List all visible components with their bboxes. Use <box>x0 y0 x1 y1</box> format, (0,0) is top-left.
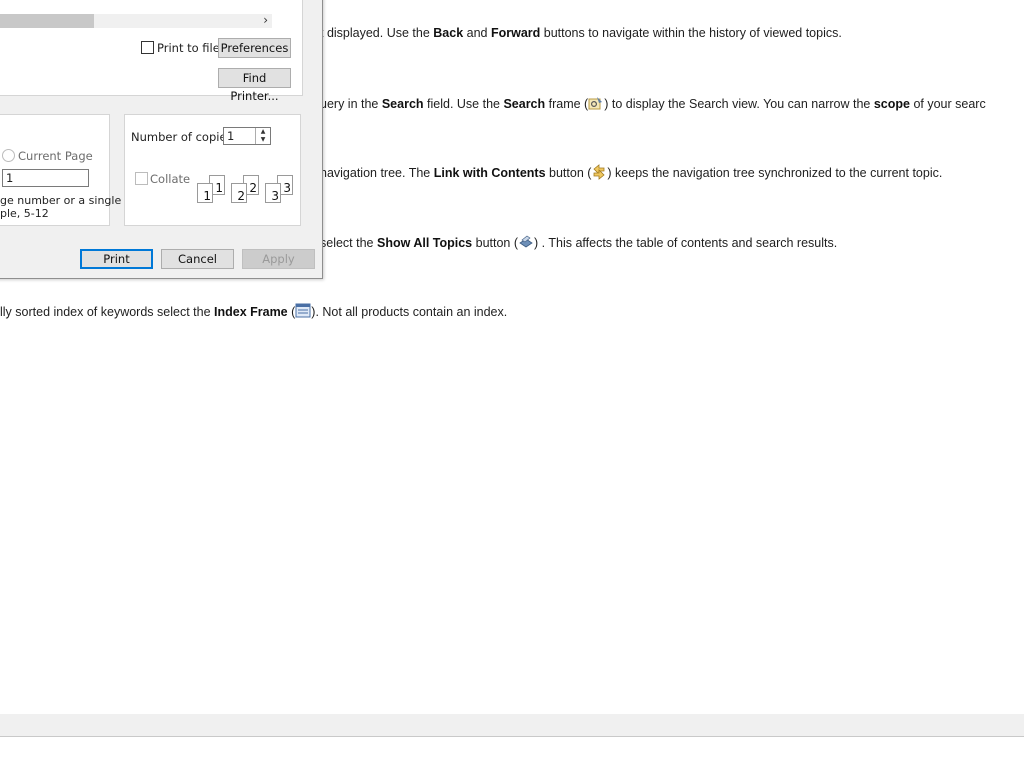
find-printer-button[interactable]: Find Printer... <box>218 68 291 103</box>
link-with-contents-icon <box>591 164 607 180</box>
collate-checkbox[interactable] <box>135 172 148 185</box>
print-button[interactable]: Print <box>80 249 153 269</box>
collate-page-icon: 3 <box>265 183 281 203</box>
spin-up-icon[interactable]: ▲ <box>256 128 270 136</box>
page-range-hint-line2: ple, 5-12 <box>0 207 49 220</box>
collate-page-icon: 2 <box>231 183 247 203</box>
pages-input[interactable]: 1 <box>2 169 89 187</box>
copies-input[interactable]: 1 ▲ ▼ <box>223 127 271 145</box>
print-dialog: › • Print to file Preferences Find Print… <box>0 0 323 279</box>
copies-panel: Number of copies: 1 ▲ ▼ Collate 1 1 2 2 … <box>124 114 301 226</box>
current-page-radio[interactable] <box>2 149 15 162</box>
print-to-file-label: Print to file <box>157 41 220 55</box>
scrollbar-thumb[interactable] <box>0 14 94 28</box>
current-page-label: Current Page <box>18 149 93 163</box>
help-paragraph-history: t displayed. Use the Back and Forward bu… <box>320 26 842 40</box>
printer-panel: › • Print to file Preferences Find Print… <box>0 0 303 103</box>
forward-term: Forward <box>490 26 541 40</box>
collate-label: Collate <box>150 172 191 186</box>
print-to-file-checkbox[interactable] <box>141 41 154 54</box>
page-range-hint-line1: ge number or a single <box>0 194 122 207</box>
spin-down-icon[interactable]: ▼ <box>256 136 270 144</box>
cancel-button[interactable]: Cancel <box>161 249 234 269</box>
collate-page-icon: 1 <box>197 183 213 203</box>
scroll-right-icon[interactable]: › <box>263 13 268 27</box>
page-range-panel: Current Page 1 ge number or a single ple… <box>0 114 121 226</box>
status-bar <box>0 714 1024 737</box>
help-paragraph-index: lly sorted index of keywords select the … <box>0 303 508 319</box>
search-frame-icon <box>588 95 604 111</box>
help-paragraph-show-all: select the Show All Topics button () . T… <box>320 234 838 250</box>
preferences-button[interactable]: Preferences <box>218 38 291 58</box>
help-paragraph-search: uery in the Search field. Use the Search… <box>320 95 986 111</box>
copies-spinner[interactable]: ▲ ▼ <box>255 128 270 144</box>
apply-button[interactable]: Apply <box>242 249 315 269</box>
index-frame-icon <box>295 303 311 319</box>
show-all-topics-icon <box>518 234 534 250</box>
printer-list-scrollbar[interactable]: › <box>0 13 272 28</box>
number-of-copies-label: Number of copies: <box>131 130 237 144</box>
back-term: Back <box>433 26 464 40</box>
help-paragraph-link: navigation tree. The Link with Contents … <box>320 164 943 180</box>
